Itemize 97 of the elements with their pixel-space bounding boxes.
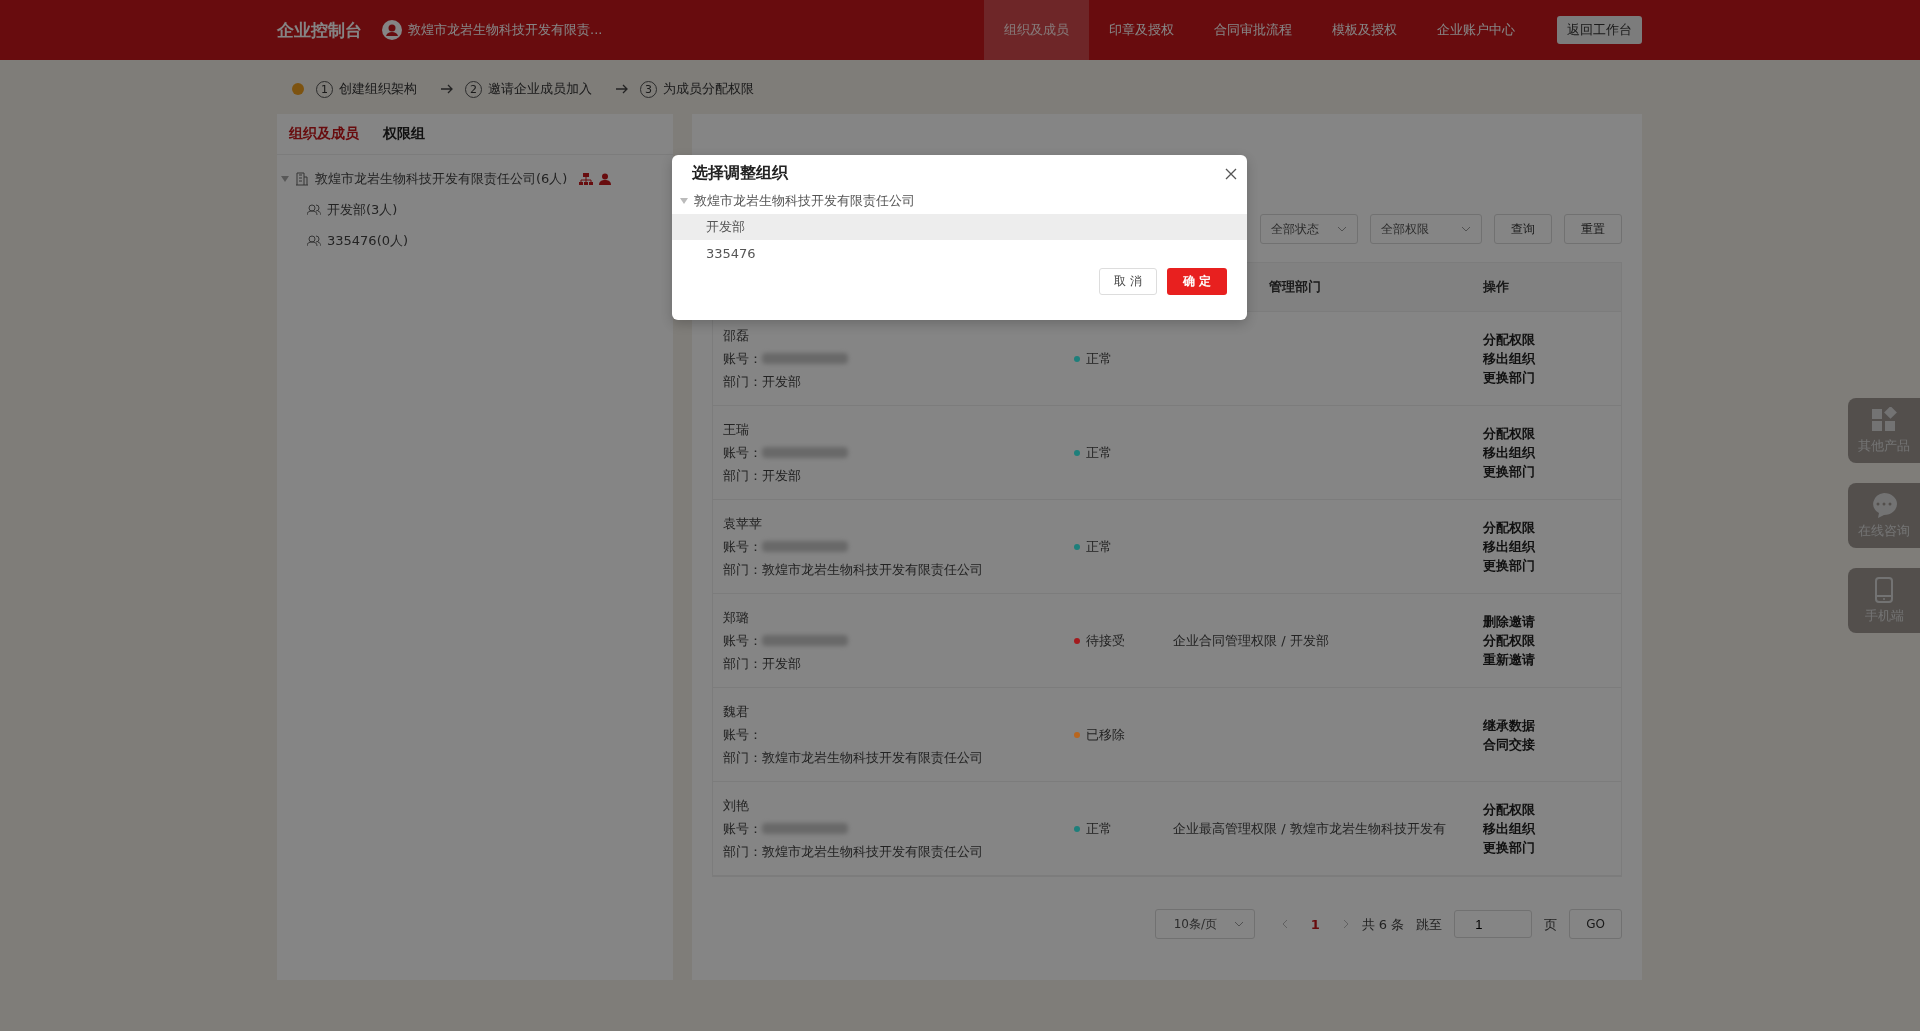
member-name: 王瑞 bbox=[723, 421, 750, 439]
permission-select[interactable]: 全部权限 bbox=[1370, 214, 1482, 244]
arrow-right-icon bbox=[616, 84, 628, 94]
account-label: 账号： bbox=[723, 350, 762, 368]
org-chart-icon[interactable] bbox=[579, 172, 594, 185]
status-text: 待接受 bbox=[1086, 632, 1125, 650]
nav-tab[interactable]: 合同审批流程 bbox=[1194, 0, 1312, 60]
permission-text: 企业最高管理权限 / 敦煌市龙岩生物科技开发有 bbox=[1173, 820, 1447, 838]
total-count: 共 6 条 bbox=[1361, 915, 1405, 934]
query-button[interactable]: 查询 bbox=[1494, 214, 1552, 244]
tree-item[interactable]: 335476(0人) bbox=[327, 231, 409, 250]
arrow-right-icon bbox=[441, 84, 453, 94]
action-link[interactable]: 分配权限 bbox=[1483, 800, 1621, 819]
info-icon bbox=[292, 83, 304, 95]
action-link[interactable]: 更换部门 bbox=[1483, 368, 1621, 387]
member-name: 邵磊 bbox=[723, 327, 750, 345]
member-name: 袁苹苹 bbox=[723, 515, 763, 533]
page-unit: 页 bbox=[1544, 915, 1558, 934]
back-button[interactable]: 返回工作台 bbox=[1557, 16, 1642, 44]
member-department: 部门：开发部 bbox=[723, 467, 802, 485]
account-label: 账号： bbox=[723, 632, 762, 650]
account-label: 账号： bbox=[723, 820, 762, 838]
phone-icon bbox=[1874, 576, 1894, 603]
nav-tab[interactable]: 模板及授权 bbox=[1312, 0, 1417, 60]
step-label: 2 邀请企业成员加入 bbox=[465, 80, 592, 98]
action-link[interactable]: 移出组织 bbox=[1483, 349, 1621, 368]
action-link[interactable]: 继承数据 bbox=[1483, 715, 1621, 735]
status-text: 已移除 bbox=[1086, 726, 1125, 744]
tree-item[interactable]: 开发部(3人) bbox=[327, 200, 398, 219]
people-icon bbox=[307, 234, 321, 247]
tree-item[interactable]: 敦煌市龙岩生物科技开发有限责任公司(6人) bbox=[315, 169, 568, 188]
panel-tab[interactable]: 权限组 bbox=[383, 125, 425, 143]
action-link[interactable]: 分配权限 bbox=[1483, 424, 1621, 443]
go-button[interactable]: GO bbox=[1569, 909, 1622, 939]
panel-tab[interactable]: 组织及成员 bbox=[289, 125, 359, 143]
action-link[interactable]: 分配权限 bbox=[1483, 518, 1621, 537]
member-department: 部门：开发部 bbox=[723, 655, 802, 673]
status-text: 正常 bbox=[1086, 820, 1112, 838]
page-input[interactable]: 1 bbox=[1454, 910, 1533, 938]
status-text: 正常 bbox=[1086, 350, 1112, 368]
member-name: 郑璐 bbox=[723, 609, 750, 627]
action-link[interactable]: 删除邀请 bbox=[1483, 612, 1621, 631]
column-header: 管理部门 bbox=[1269, 278, 1321, 296]
jump-label: 跳至 bbox=[1416, 915, 1443, 934]
chevron-down-icon bbox=[1461, 226, 1471, 232]
apps-icon bbox=[1871, 406, 1897, 433]
action-link[interactable]: 分配权限 bbox=[1483, 330, 1621, 349]
account-label: 账号： bbox=[723, 726, 762, 744]
cancel-button[interactable]: 取 消 bbox=[1099, 268, 1157, 295]
org-option[interactable]: 335476 bbox=[672, 240, 1247, 266]
member-department: 部门：敦煌市龙岩生物科技开发有限责任公司 bbox=[723, 561, 984, 579]
avatar-icon bbox=[382, 20, 402, 40]
org-option[interactable]: 敦煌市龙岩生物科技开发有限责任公司 bbox=[672, 188, 1247, 214]
status-text: 正常 bbox=[1086, 538, 1112, 556]
action-link[interactable]: 重新邀请 bbox=[1483, 650, 1621, 669]
status-text: 正常 bbox=[1086, 444, 1112, 462]
member-department: 部门：敦煌市龙岩生物科技开发有限责任公司 bbox=[723, 749, 984, 767]
step-label: 3 为成员分配权限 bbox=[640, 80, 754, 98]
previous-page-icon[interactable] bbox=[1280, 919, 1289, 929]
action-link[interactable]: 合同交接 bbox=[1483, 734, 1621, 754]
account-label: 账号： bbox=[723, 538, 762, 556]
nav-tab[interactable]: 印章及授权 bbox=[1089, 0, 1194, 60]
building-icon bbox=[295, 171, 309, 186]
confirm-button[interactable]: 确 定 bbox=[1167, 268, 1227, 295]
people-icon bbox=[307, 203, 321, 216]
member-name: 魏君 bbox=[723, 703, 750, 721]
step-label: 1 创建组织架构 bbox=[316, 80, 417, 98]
dialog-title: 选择调整组织 bbox=[692, 163, 788, 184]
nav-tab[interactable]: 企业账户中心 bbox=[1417, 0, 1535, 60]
action-link[interactable]: 移出组织 bbox=[1483, 819, 1621, 838]
member-name: 刘艳 bbox=[723, 797, 750, 815]
action-link[interactable]: 更换部门 bbox=[1483, 838, 1621, 857]
member-department: 部门：开发部 bbox=[723, 373, 802, 391]
org-option[interactable]: 开发部 bbox=[672, 214, 1247, 240]
status-select[interactable]: 全部状态 bbox=[1260, 214, 1358, 244]
page-size-select[interactable]: 10条/页 bbox=[1154, 909, 1255, 939]
action-link[interactable]: 分配权限 bbox=[1483, 631, 1621, 650]
action-link[interactable]: 更换部门 bbox=[1483, 462, 1621, 481]
app-title: 企业控制台 bbox=[277, 18, 362, 42]
permission-text: 企业合同管理权限 / 开发部 bbox=[1173, 632, 1330, 650]
account-label: 账号： bbox=[723, 444, 762, 462]
column-header: 操作 bbox=[1483, 278, 1509, 296]
page-number[interactable]: 1 bbox=[1300, 916, 1330, 932]
action-link[interactable]: 移出组织 bbox=[1483, 537, 1621, 556]
person-icon[interactable] bbox=[599, 172, 612, 185]
reset-button[interactable]: 重置 bbox=[1564, 214, 1622, 244]
action-link[interactable]: 更换部门 bbox=[1483, 556, 1621, 575]
action-link[interactable]: 移出组织 bbox=[1483, 443, 1621, 462]
caret-icon[interactable] bbox=[281, 175, 289, 182]
caret-icon[interactable] bbox=[680, 198, 688, 204]
chevron-down-icon bbox=[1337, 226, 1347, 232]
company-name: 敦煌市龙岩生物科技开发有限责... bbox=[408, 21, 603, 39]
chevron-down-icon bbox=[1233, 921, 1244, 927]
close-icon[interactable] bbox=[1225, 167, 1237, 180]
chat-icon bbox=[1870, 491, 1898, 518]
next-page-icon[interactable] bbox=[1341, 919, 1350, 929]
member-department: 部门：敦煌市龙岩生物科技开发有限责任公司 bbox=[723, 843, 984, 861]
